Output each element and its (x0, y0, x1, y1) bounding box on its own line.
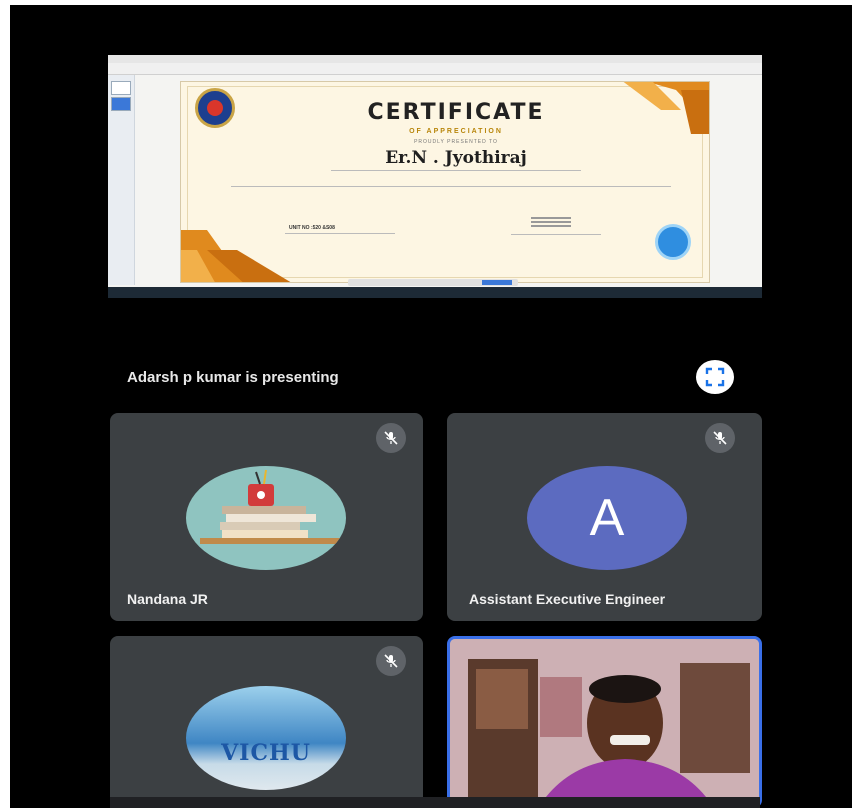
certificate-unit: UNIT NO :520 &S08 (289, 225, 335, 231)
windows-taskbar (108, 287, 762, 298)
mic-off-icon (713, 431, 727, 445)
mic-off-icon (384, 654, 398, 668)
organization-seal (195, 88, 235, 128)
signature-line (285, 233, 395, 234)
certificate-signature (531, 217, 571, 231)
participant-name: Nandana JR (127, 591, 208, 607)
participant-name: Assistant Executive Engineer (469, 591, 666, 607)
certificate-presented: PROUDLY PRESENTED TO (414, 139, 498, 145)
organization-emblem (655, 224, 691, 260)
participant-video-tile[interactable] (447, 636, 762, 808)
fullscreen-icon (705, 367, 725, 387)
avatar-text: VICHU (221, 740, 311, 766)
presentation-navbar (348, 279, 518, 286)
mic-off-icon (384, 431, 398, 445)
participant-tile[interactable]: VICHU (110, 636, 423, 808)
slides-pane (108, 75, 135, 285)
presenting-label: Adarsh p kumar is presenting (127, 369, 339, 386)
slide-thumbnail (111, 97, 131, 111)
app-menubar (108, 55, 762, 63)
participant-video (450, 639, 759, 805)
certificate-text-line (331, 170, 581, 171)
participant-avatar-letter: A (527, 466, 687, 570)
certificate-title: CERTIFICATE (367, 100, 545, 125)
mic-muted-badge (376, 646, 406, 676)
certificate: CERTIFICATE OF APPRECIATION PROUDLY PRES… (180, 81, 710, 283)
app-toolbar (108, 63, 762, 75)
mic-muted-badge (376, 423, 406, 453)
participant-tile[interactable]: Nandana JR (110, 413, 423, 621)
slide-thumbnail (111, 81, 131, 95)
ribbon-bottom-left (181, 230, 291, 282)
participant-avatar (186, 466, 346, 570)
ribbon-top-right (623, 82, 709, 134)
mic-muted-badge (705, 423, 735, 453)
shared-screen: CERTIFICATE OF APPRECIATION PROUDLY PRES… (108, 55, 762, 298)
books-image (200, 469, 340, 544)
participant-avatar: VICHU (186, 686, 346, 790)
fullscreen-button[interactable] (696, 360, 734, 394)
certificate-subtitle: OF APPRECIATION (409, 128, 503, 135)
certificate-recipient: Er.N . Jyothiraj (385, 148, 527, 168)
signature-line (511, 234, 601, 235)
participant-tile[interactable]: A Assistant Executive Engineer (447, 413, 762, 621)
certificate-text-line (231, 186, 671, 187)
participant-bottom-bar (110, 797, 760, 808)
